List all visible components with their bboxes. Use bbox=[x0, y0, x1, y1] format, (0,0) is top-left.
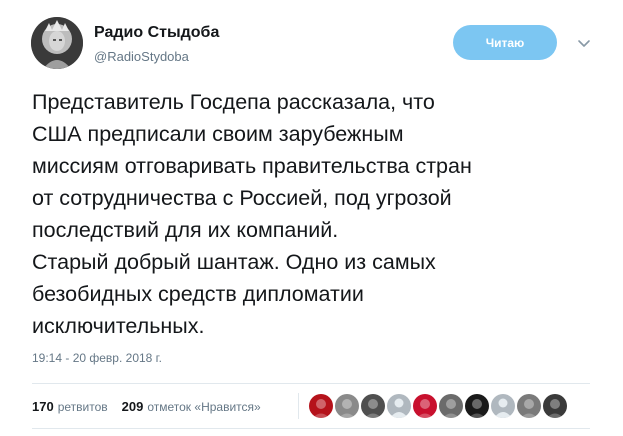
avatar-icon[interactable] bbox=[413, 394, 437, 418]
divider bbox=[32, 383, 590, 384]
avatar-icon[interactable] bbox=[517, 394, 541, 418]
tweet-text-line: исключительных. bbox=[32, 314, 205, 338]
avatar-icon[interactable] bbox=[335, 394, 359, 418]
avatar-icon[interactable] bbox=[543, 394, 567, 418]
retweets-count: 170 bbox=[32, 399, 54, 414]
retweets-label: ретвитов bbox=[57, 400, 108, 414]
stats-separator bbox=[298, 393, 299, 419]
likes-stat[interactable]: 209 отметок «Нравится» bbox=[122, 399, 261, 414]
author-name[interactable]: Радио Стыдоба bbox=[94, 24, 219, 42]
tweet-card: Радио Стыдоба @RadioStydoba Читаю Предст… bbox=[0, 0, 623, 436]
liker-avatars bbox=[309, 394, 569, 418]
tweet-text: Представитель Госдепа рассказала, что СШ… bbox=[32, 86, 592, 342]
author-handle[interactable]: @RadioStydoba bbox=[94, 49, 189, 64]
tweet-text-line: Представитель Госдепа рассказала, что bbox=[32, 90, 435, 114]
likes-count: 209 bbox=[121, 399, 144, 414]
default-avatar-icon[interactable] bbox=[491, 394, 515, 418]
avatar-icon[interactable] bbox=[465, 394, 489, 418]
chevron-down-icon[interactable] bbox=[576, 36, 592, 52]
avatar-icon[interactable] bbox=[439, 394, 463, 418]
tweet-timestamp[interactable]: 19:14 - 20 февр. 2018 г. bbox=[32, 351, 162, 365]
tweet-stats: 170 ретвитов 209 отметок «Нравится» bbox=[32, 399, 261, 414]
tweet-text-line: США предписали своим зарубежным bbox=[32, 122, 404, 146]
tweet-text-line: Старый добрый шантаж. Одно из самых bbox=[32, 250, 436, 274]
tweet-text-line: последствий для их компаний. bbox=[32, 218, 339, 242]
divider bbox=[32, 428, 590, 429]
following-button[interactable]: Читаю bbox=[453, 25, 557, 60]
tweet-text-line: миссиям отговаривать правительства стран bbox=[32, 154, 472, 178]
author-avatar[interactable] bbox=[31, 17, 83, 69]
likes-label: отметок «Нравится» bbox=[147, 400, 261, 414]
tweet-text-line: безобидных средств дипломатии bbox=[32, 282, 364, 306]
tweet-text-line: от сотрудничества с Россией, под угрозой bbox=[32, 186, 452, 210]
statue-of-liberty-icon bbox=[31, 17, 83, 69]
avatar-icon[interactable] bbox=[361, 394, 385, 418]
avatar-icon[interactable] bbox=[309, 394, 333, 418]
retweets-stat[interactable]: 170 ретвитов bbox=[32, 399, 108, 414]
default-avatar-icon[interactable] bbox=[387, 394, 411, 418]
